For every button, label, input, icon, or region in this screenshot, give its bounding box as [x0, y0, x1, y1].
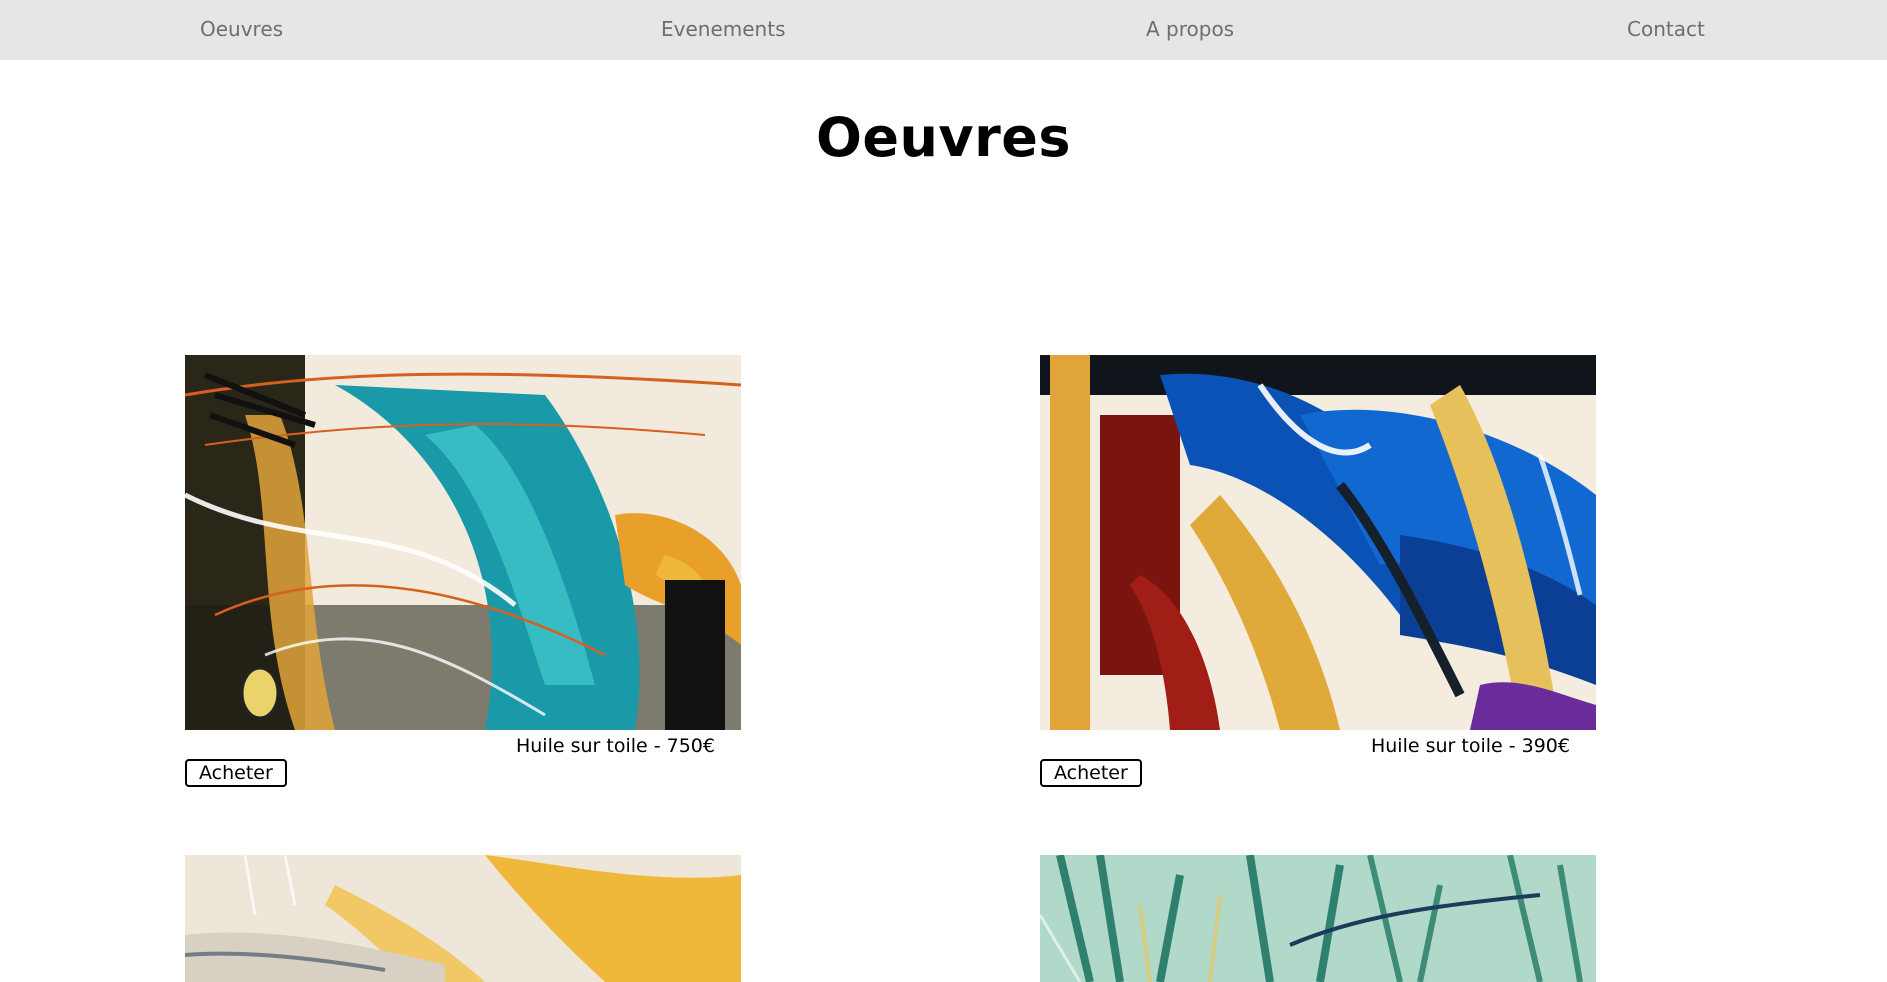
artwork-card: Huile sur toile - 750€ Acheter	[185, 355, 745, 787]
page-title: Oeuvres	[815, 106, 1072, 169]
abstract-painting-image	[1040, 355, 1596, 730]
artwork-image[interactable]	[1040, 855, 1596, 982]
nav-link-oeuvres[interactable]: Oeuvres	[200, 17, 283, 41]
nav-link-a-propos[interactable]: A propos	[1146, 17, 1234, 41]
artwork-card: Huile sur toile - 390€ Acheter	[1040, 355, 1600, 787]
abstract-painting-image	[185, 355, 741, 730]
artwork-image[interactable]	[1040, 355, 1596, 730]
artwork-caption: Huile sur toile - 750€	[515, 735, 715, 757]
artwork-image[interactable]	[185, 355, 741, 730]
nav-link-contact[interactable]: Contact	[1627, 17, 1705, 41]
buy-button[interactable]: Acheter	[185, 759, 287, 787]
artwork-card	[185, 855, 745, 982]
nav-link-evenements[interactable]: Evenements	[661, 17, 785, 41]
artwork-image[interactable]	[185, 855, 741, 982]
abstract-painting-image	[185, 855, 741, 982]
abstract-painting-image	[1040, 855, 1596, 982]
artwork-caption: Huile sur toile - 390€	[1370, 735, 1570, 757]
top-navbar: Oeuvres Evenements A propos Contact	[0, 0, 1887, 60]
buy-button[interactable]: Acheter	[1040, 759, 1142, 787]
artwork-card	[1040, 855, 1600, 982]
